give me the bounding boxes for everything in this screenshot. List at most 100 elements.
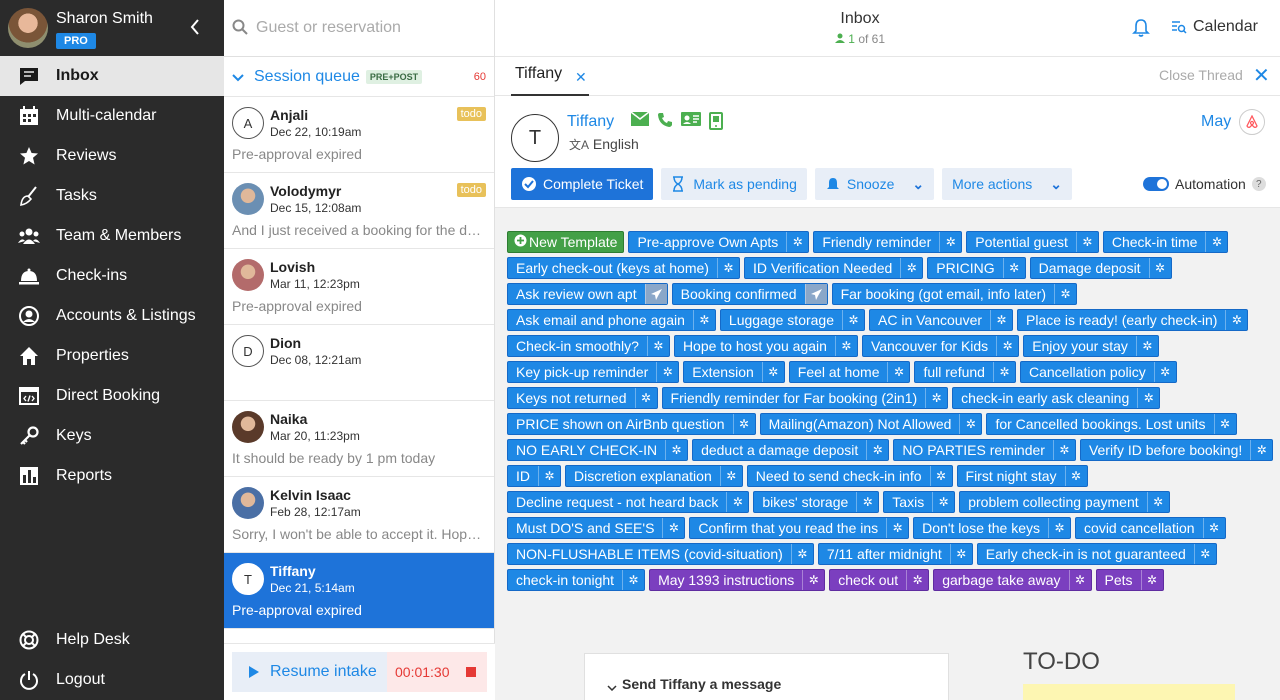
template-button[interactable]: PRICE shown on AirBnb question ✲: [507, 413, 756, 435]
template-button[interactable]: Damage deposit ✲: [1029, 257, 1172, 279]
gear-icon[interactable]: ✲: [1193, 544, 1216, 564]
gear-icon[interactable]: ✲: [790, 544, 813, 564]
template-button[interactable]: Early check-in is not guaranteed ✲: [976, 543, 1217, 565]
gear-icon[interactable]: ✲: [1146, 492, 1169, 512]
chevron-down-icon[interactable]: [232, 69, 244, 85]
template-button[interactable]: covid cancellation ✲: [1075, 517, 1226, 539]
gear-icon[interactable]: ✲: [1148, 258, 1171, 278]
new-template-button[interactable]: New Template: [507, 231, 625, 253]
todo-note[interactable]: [1023, 684, 1235, 700]
gear-icon[interactable]: ✲: [959, 414, 981, 434]
user-profile[interactable]: Sharon Smith PRO: [0, 0, 224, 56]
template-button[interactable]: for Cancelled bookings. Lost units ✲: [986, 413, 1237, 435]
template-button[interactable]: Ask review own apt: [507, 283, 668, 305]
gear-icon[interactable]: ✲: [622, 570, 644, 590]
help-icon[interactable]: ?: [1251, 177, 1266, 191]
gear-icon[interactable]: ✲: [900, 258, 922, 278]
sidebar-item-inbox[interactable]: Inbox: [0, 56, 224, 96]
template-button[interactable]: Must DO'S and SEE'S ✲: [507, 517, 686, 539]
gear-icon[interactable]: ✲: [1048, 518, 1070, 538]
template-button[interactable]: AC in Vancouver ✲: [869, 309, 1014, 331]
resume-intake-button[interactable]: Resume intake: [232, 652, 387, 692]
template-button[interactable]: Pets ✲: [1095, 569, 1164, 591]
template-button[interactable]: NO PARTIES reminder ✲: [893, 439, 1076, 461]
gear-icon[interactable]: ✲: [1202, 518, 1225, 538]
gear-icon[interactable]: ✲: [761, 362, 784, 382]
template-button[interactable]: full refund ✲: [914, 361, 1016, 383]
template-button[interactable]: ID ✲: [507, 465, 561, 487]
gear-icon[interactable]: ✲: [1054, 284, 1076, 304]
template-button[interactable]: Vancouver for Kids ✲: [861, 335, 1020, 357]
gear-icon[interactable]: ✲: [939, 232, 961, 252]
template-button[interactable]: PRICING ✲: [927, 257, 1026, 279]
template-button[interactable]: garbage take away ✲: [933, 569, 1092, 591]
gear-icon[interactable]: ✲: [925, 388, 947, 408]
gear-icon[interactable]: ✲: [719, 466, 742, 486]
template-button[interactable]: Enjoy your stay ✲: [1023, 335, 1159, 357]
template-button[interactable]: NON-FLUSHABLE ITEMS (covid-situation) ✲: [507, 543, 814, 565]
template-button[interactable]: problem collecting payment ✲: [959, 491, 1170, 513]
template-button[interactable]: Place is ready! (early check-in) ✲: [1017, 309, 1249, 331]
gear-icon[interactable]: ✲: [842, 310, 864, 330]
conversation-item[interactable]: T Tiffany Dec 21, 5:14am Pre-approval expir…: [224, 553, 494, 629]
gear-icon[interactable]: ✲: [1225, 310, 1247, 330]
template-button[interactable]: ID Verification Needed ✲: [743, 257, 924, 279]
template-button[interactable]: First night stay ✲: [956, 465, 1088, 487]
mark-pending-button[interactable]: Mark as pending: [661, 168, 807, 200]
template-button[interactable]: Check-in time ✲: [1102, 231, 1229, 253]
airplane-icon[interactable]: [804, 284, 827, 304]
stop-icon[interactable]: [465, 667, 476, 677]
sidebar-item-keys[interactable]: Keys: [0, 416, 224, 456]
gear-icon[interactable]: ✲: [1002, 258, 1025, 278]
conversation-item[interactable]: Kelvin Isaac Feb 28, 12:17am Sorry, I won'…: [224, 477, 494, 553]
search-bar[interactable]: Guest or reservation: [224, 0, 494, 57]
mobile-icon[interactable]: [709, 112, 723, 133]
gear-icon[interactable]: ✲: [646, 336, 669, 356]
gear-icon[interactable]: ✲: [1140, 570, 1163, 590]
airbnb-icon[interactable]: [1239, 109, 1265, 135]
gear-icon[interactable]: ✲: [726, 492, 748, 512]
gear-icon[interactable]: ✲: [1137, 388, 1159, 408]
gear-icon[interactable]: ✲: [949, 544, 972, 564]
airplane-icon[interactable]: [644, 284, 667, 304]
template-button[interactable]: Friendly reminder ✲: [813, 231, 963, 253]
sidebar-item-properties[interactable]: Properties: [0, 336, 224, 376]
gear-icon[interactable]: ✲: [656, 362, 678, 382]
gear-icon[interactable]: ✲: [665, 440, 687, 460]
session-queue-header[interactable]: Session queue PRE+POST 60: [224, 57, 494, 97]
gear-icon[interactable]: ✲: [662, 518, 684, 538]
gear-icon[interactable]: ✲: [866, 440, 888, 460]
gear-icon[interactable]: ✲: [1153, 362, 1176, 382]
intake-timer[interactable]: 00:01:30: [387, 652, 487, 692]
template-button[interactable]: 7/11 after midnight ✲: [817, 543, 973, 565]
sidebar-item-tasks[interactable]: Tasks: [0, 176, 224, 216]
notification-bell-icon[interactable]: [1131, 18, 1151, 41]
conversation-item[interactable]: D Dion Dec 08, 12:21am: [224, 325, 494, 401]
gear-icon[interactable]: ✲: [834, 336, 857, 356]
gear-icon[interactable]: ✲: [1213, 414, 1236, 434]
template-button[interactable]: May 1393 instructions ✲: [649, 569, 826, 591]
gear-icon[interactable]: ✲: [802, 570, 824, 590]
gear-icon[interactable]: ✲: [1068, 570, 1091, 590]
conversation-item[interactable]: Naika Mar 20, 11:23pm It should be ready b…: [224, 401, 494, 477]
gear-icon[interactable]: ✲: [732, 414, 755, 434]
search-input[interactable]: Guest or reservation: [256, 19, 401, 37]
toggle-switch[interactable]: [1143, 177, 1169, 191]
template-button[interactable]: Extension ✲: [683, 361, 785, 383]
guest-name[interactable]: Tiffany: [567, 113, 614, 131]
gear-icon[interactable]: ✲: [716, 258, 739, 278]
id-card-icon[interactable]: [681, 112, 701, 133]
template-button[interactable]: Confirm that you read the ins ✲: [689, 517, 910, 539]
gear-icon[interactable]: ✲: [929, 466, 952, 486]
template-button[interactable]: Potential guest ✲: [966, 231, 1099, 253]
snooze-button[interactable]: Snooze ⌄: [814, 168, 935, 200]
template-button[interactable]: check out ✲: [829, 569, 930, 591]
template-button[interactable]: Far booking (got email, info later) ✲: [831, 283, 1077, 305]
gear-icon[interactable]: ✲: [538, 466, 560, 486]
template-button[interactable]: Don't lose the keys ✲: [913, 517, 1072, 539]
template-button[interactable]: Hope to host you again ✲: [673, 335, 858, 357]
tab-close-icon[interactable]: ✕: [575, 69, 587, 86]
template-button[interactable]: Early check-out (keys at home) ✲: [507, 257, 740, 279]
gear-icon[interactable]: ✲: [692, 310, 715, 330]
gear-icon[interactable]: ✲: [932, 492, 954, 512]
